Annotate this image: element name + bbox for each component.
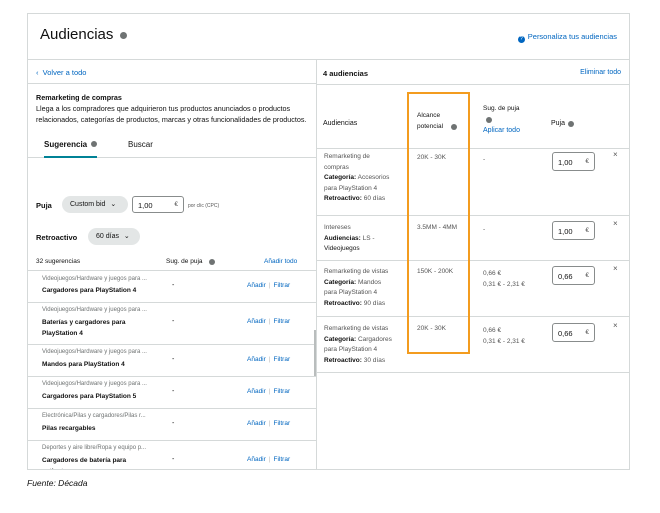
panel-header: Audiencias ? Personaliza tus audiencias — [28, 14, 629, 60]
info-icon[interactable] — [119, 31, 127, 39]
list-item: Videojuegos/Hardware y juegos para ... C… — [28, 376, 316, 409]
audience-count: 4 audiencias — [323, 69, 369, 78]
list-item: Videojuegos/Hardware y juegos para ... M… — [28, 344, 316, 377]
chevron-left-icon: ‹ — [36, 68, 39, 77]
remove-all-link[interactable]: Eliminar todo — [580, 69, 621, 76]
personalize-audiences-link[interactable]: ? Personaliza tus audiencias — [517, 32, 617, 43]
back-link[interactable]: ‹ Volver a todo — [28, 60, 316, 84]
filter-link[interactable]: Filtrar — [274, 282, 291, 289]
list-item: Videojuegos/Hardware y juegos para ... B… — [28, 302, 316, 345]
filter-link[interactable]: Filtrar — [274, 420, 291, 427]
filter-link[interactable]: Filtrar — [274, 356, 291, 363]
tab-search[interactable]: Buscar — [128, 140, 153, 149]
info-icon — [209, 259, 215, 265]
bid-label: Puja — [36, 201, 52, 210]
filter-link[interactable]: Filtrar — [274, 318, 291, 325]
info-icon — [91, 141, 98, 147]
add-link[interactable]: Añadir — [247, 318, 266, 325]
selected-header: 4 audiencias Eliminar todo — [317, 60, 629, 85]
chevron-down-icon: ⌄ — [123, 233, 130, 240]
add-link[interactable]: Añadir — [247, 388, 266, 395]
audience-row: Remarketing de vistas Categoría: Mandos … — [317, 260, 629, 317]
tab-suggestion[interactable]: Sugerencia — [44, 140, 98, 158]
list-item: Videojuegos/Hardware y juegos para ... C… — [28, 271, 316, 303]
list-item: Deportes y aire libre/Ropa y equipo p...… — [42, 445, 291, 469]
lookback-dropdown[interactable]: 60 días ⌄ — [88, 228, 140, 245]
add-all-link[interactable]: Añadir todo — [264, 258, 297, 265]
close-icon[interactable]: × — [613, 219, 618, 228]
suggestions-column: ‹ Volver a todo Remarketing de compras L… — [28, 60, 317, 469]
add-link[interactable]: Añadir — [247, 356, 266, 363]
bid-input[interactable]: 0,66 € — [552, 323, 595, 342]
column-headers: Audiencias Alcance potencial Sug. de puj… — [317, 85, 629, 149]
tab-bar: Sugerencia Buscar — [28, 131, 316, 158]
selected-audiences-column: 4 audiencias Eliminar todo Audiencias Al… — [317, 60, 629, 469]
filter-link[interactable]: Filtrar — [274, 388, 291, 395]
description-text: Llega a los compradores que adquirieron … — [36, 104, 307, 124]
page-title: Audiencias — [40, 26, 127, 43]
apply-all-link[interactable]: Aplicar todo — [483, 127, 520, 134]
source-caption: Fuente: Década — [27, 478, 88, 488]
audience-row: Remarketing de compras Categoría: Acceso… — [317, 147, 629, 216]
lookback-label: Retroactivo — [36, 233, 78, 242]
chevron-down-icon: ⌄ — [110, 201, 117, 208]
bid-input[interactable]: 0,66 € — [552, 266, 595, 285]
add-link[interactable]: Añadir — [247, 282, 266, 289]
description-title: Remarketing de compras — [36, 93, 122, 102]
audience-row: Intereses Audiencias: LS - Videojuegos 3… — [317, 215, 629, 261]
bid-input[interactable]: 1,00 € — [132, 196, 184, 213]
bid-unit: por clic (CPC) — [188, 203, 220, 209]
bid-input[interactable]: 1,00 € — [552, 221, 595, 240]
close-icon[interactable]: × — [613, 321, 618, 330]
close-icon[interactable]: × — [613, 264, 618, 273]
bid-mode-dropdown[interactable]: Custom bid ⌄ — [62, 196, 128, 213]
info-icon — [568, 121, 574, 127]
scrollbar[interactable] — [314, 330, 316, 376]
filter-link[interactable]: Filtrar — [274, 456, 291, 463]
bid-input[interactable]: 1,00 € — [552, 152, 595, 171]
add-link[interactable]: Añadir — [247, 456, 266, 463]
info-icon — [486, 117, 492, 123]
list-item: Electrónica/Pilas y cargadores/Pilas r..… — [28, 408, 316, 441]
suggestions-header: 32 sugerencias Sug. de puja Añadir todo — [28, 256, 316, 271]
help-icon: ? — [517, 36, 525, 43]
audience-description: Remarketing de compras Llega a los compr… — [28, 84, 316, 125]
close-icon[interactable]: × — [613, 150, 618, 159]
info-icon — [451, 124, 457, 130]
audience-row: Remarketing de vistas Categoría: Cargado… — [317, 316, 629, 373]
audiences-panel: Audiencias ? Personaliza tus audiencias ‹… — [27, 13, 630, 470]
add-link[interactable]: Añadir — [247, 420, 266, 427]
